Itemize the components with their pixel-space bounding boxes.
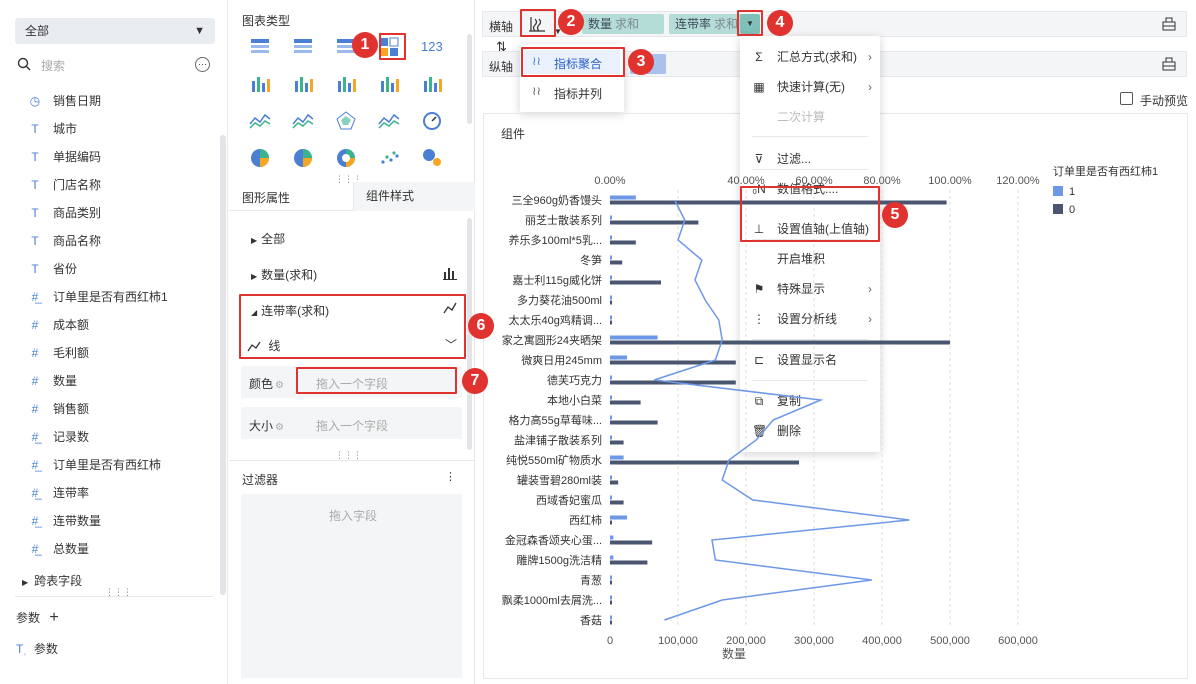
x-tick-label: 300,000 bbox=[794, 635, 834, 647]
category-label: 德芙巧克力 bbox=[547, 373, 602, 387]
bar-series-0 bbox=[610, 240, 636, 245]
bar-series-1 bbox=[610, 235, 612, 240]
bar-series-1 bbox=[610, 395, 612, 400]
badge-3: 3 bbox=[628, 49, 654, 75]
x-tick-label: 0 bbox=[607, 635, 613, 647]
bar-series-1 bbox=[610, 295, 612, 300]
legend-label: 0 bbox=[1069, 204, 1075, 216]
bar-series-0 bbox=[610, 620, 612, 625]
badge-4: 4 bbox=[767, 10, 793, 36]
top-tick-label: 60.00% bbox=[795, 175, 833, 187]
bar-series-1 bbox=[610, 455, 624, 460]
top-tick-label: 120.00% bbox=[996, 175, 1040, 187]
bar-series-0 bbox=[610, 580, 612, 585]
category-label: 冬笋 bbox=[580, 253, 602, 267]
badge-7: 7 bbox=[462, 368, 488, 394]
category-label: 纯悦550ml矿物质水 bbox=[506, 453, 602, 467]
category-label: 西域香妃蜜瓜 bbox=[536, 493, 602, 507]
category-label: 丽芝士散装系列 bbox=[525, 213, 602, 227]
category-label: 格力高55g草莓味... bbox=[508, 413, 602, 427]
bar-series-1 bbox=[610, 275, 612, 280]
bar-series-1 bbox=[610, 355, 627, 360]
bar-series-1 bbox=[610, 535, 614, 540]
x-tick-label: 100,000 bbox=[658, 635, 698, 647]
top-tick-label: 100.00% bbox=[928, 175, 972, 187]
bar-series-0 bbox=[610, 320, 613, 325]
category-label: 微爽日用245mm bbox=[521, 353, 602, 367]
x-tick-label: 500,000 bbox=[930, 635, 970, 647]
bar-series-0 bbox=[610, 600, 612, 605]
category-label: 罐装雪碧280ml装 bbox=[517, 474, 602, 487]
bar-series-1 bbox=[610, 195, 636, 200]
bar-series-1 bbox=[610, 515, 627, 520]
bar-series-0 bbox=[610, 460, 800, 465]
badge-2: 2 bbox=[558, 9, 584, 35]
badge-6: 6 bbox=[468, 313, 494, 339]
bar-series-0 bbox=[610, 480, 619, 485]
bar-series-0 bbox=[610, 300, 613, 305]
category-label: 金冠森香颂夹心蛋... bbox=[505, 533, 602, 547]
bar-series-1 bbox=[610, 595, 612, 600]
bar-series-1 bbox=[610, 575, 612, 580]
bar-series-1 bbox=[610, 415, 613, 420]
bar-series-0 bbox=[610, 540, 653, 545]
bar-series-0 bbox=[610, 520, 612, 525]
top-tick-label: 0.00% bbox=[594, 175, 625, 187]
top-tick-label: 40.00% bbox=[727, 175, 765, 187]
legend-swatch bbox=[1053, 186, 1063, 196]
x-axis-title: 数量 bbox=[722, 646, 746, 661]
category-label: 盐津铺子散装系列 bbox=[514, 433, 602, 447]
legend-swatch bbox=[1053, 204, 1063, 214]
bar-series-0 bbox=[610, 420, 658, 425]
bar-series-1 bbox=[610, 255, 612, 260]
bar-series-0 bbox=[610, 260, 623, 265]
bar-series-1 bbox=[610, 475, 612, 480]
category-label: 青葱 bbox=[580, 574, 602, 587]
bar-series-1 bbox=[610, 315, 612, 320]
category-label: 太太乐40g鸡精调... bbox=[508, 313, 602, 327]
legend-label: 1 bbox=[1069, 186, 1075, 198]
category-label: 多力葵花油500ml bbox=[517, 293, 602, 307]
bar-series-0 bbox=[610, 400, 641, 405]
bar-series-0 bbox=[610, 440, 624, 445]
category-label: 本地小白菜 bbox=[547, 393, 602, 407]
badge-1: 1 bbox=[352, 32, 378, 58]
legend-title: 订单里是否有西红柿1 bbox=[1053, 164, 1158, 178]
x-tick-label: 600,000 bbox=[998, 635, 1038, 647]
category-label: 雕牌1500g洗洁精 bbox=[516, 553, 602, 567]
bar-series-0 bbox=[610, 340, 950, 345]
bar-series-1 bbox=[610, 335, 658, 340]
bar-series-0 bbox=[610, 360, 736, 365]
badge-5: 5 bbox=[882, 202, 908, 228]
bar-series-1 bbox=[610, 615, 612, 620]
category-label: 三全960g奶香馒头 bbox=[512, 193, 602, 207]
category-label: 养乐多100ml*5乳... bbox=[508, 233, 602, 247]
category-label: 飘柔1000ml去屑洗... bbox=[502, 594, 602, 607]
top-tick-label: 80.00% bbox=[863, 175, 901, 187]
bar-series-1 bbox=[610, 495, 612, 500]
category-label: 嘉士利115g威化饼 bbox=[512, 273, 602, 287]
bar-series-0 bbox=[610, 280, 661, 285]
bar-series-0 bbox=[610, 500, 624, 505]
category-label: 西红柿 bbox=[569, 513, 602, 527]
bar-series-1 bbox=[610, 435, 612, 440]
combo-chart: 0 100,000 200,000 300,000 400,000 500,000 600,… bbox=[502, 164, 1158, 661]
bar-series-1 bbox=[610, 215, 612, 220]
bar-series-1 bbox=[610, 555, 614, 560]
bar-series-1 bbox=[610, 375, 613, 380]
category-label: 香菇 bbox=[580, 613, 602, 627]
x-tick-label: 400,000 bbox=[862, 635, 902, 647]
category-label: 家之寓圆形24夹晒架 bbox=[502, 333, 602, 347]
x-tick-label: 200,000 bbox=[726, 635, 766, 647]
rate-line bbox=[653, 199, 910, 621]
bar-series-0 bbox=[610, 560, 648, 565]
